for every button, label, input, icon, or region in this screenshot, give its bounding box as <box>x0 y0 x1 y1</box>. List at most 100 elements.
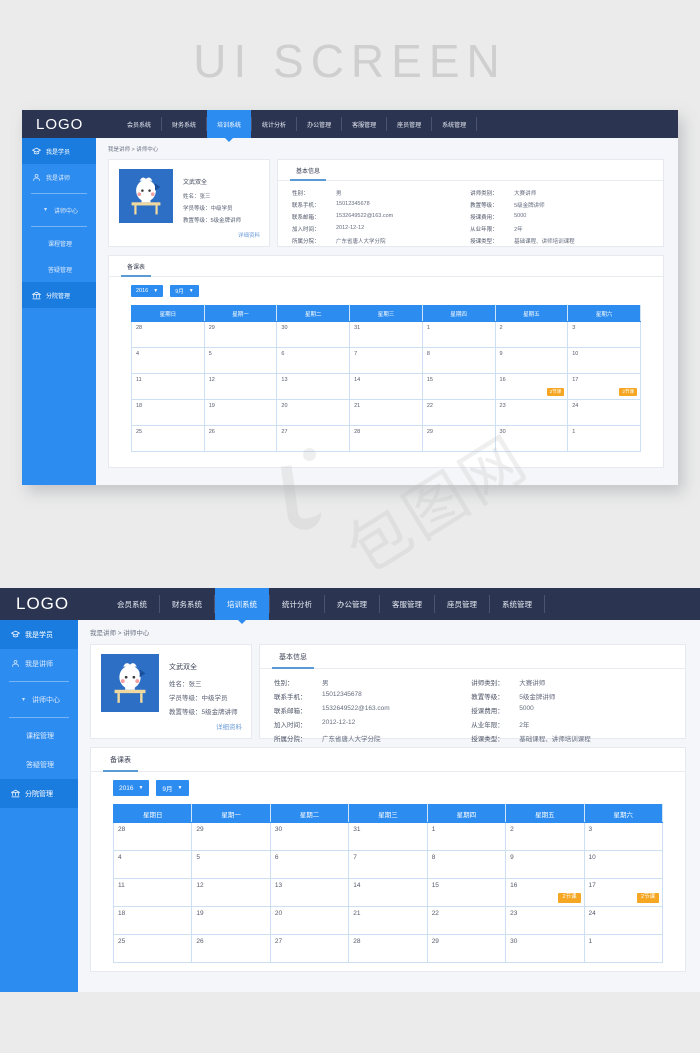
calendar-day-cell[interactable]: 29 <box>203 321 278 348</box>
nav-item-3[interactable]: 统计分析 <box>270 588 324 620</box>
calendar-day-cell[interactable]: 27 <box>269 934 350 963</box>
calendar-day-cell[interactable]: 2 <box>505 822 585 851</box>
calendar-day-cell[interactable]: 31 <box>348 822 428 851</box>
calendar-day-cell[interactable]: 24 <box>567 399 641 426</box>
sidebar-item-3[interactable]: 课程管理 <box>0 721 78 750</box>
calendar-day-cell[interactable]: 20 <box>276 399 351 426</box>
calendar-day-cell[interactable]: 14 <box>349 373 423 400</box>
calendar-day-cell[interactable]: 30 <box>269 822 350 851</box>
calendar-day-cell[interactable]: 24 <box>583 906 664 935</box>
calendar-day-cell[interactable]: 4 <box>112 850 193 879</box>
nav-item-5[interactable]: 客服管理 <box>380 588 434 620</box>
year-select[interactable]: 2016 ▼ <box>113 780 150 796</box>
sidebar-item-1[interactable]: 我是讲师 <box>22 164 96 190</box>
calendar-day-cell[interactable]: 8 <box>426 850 507 879</box>
lesson-count-badge[interactable]: 2节课 <box>619 387 637 396</box>
calendar-day-cell[interactable]: 25 <box>112 934 193 963</box>
sidebar-item-3[interactable]: 课程管理 <box>22 230 96 256</box>
sidebar-item-2[interactable]: ▾ 讲师中心 <box>22 197 96 223</box>
nav-item-2[interactable]: 培训系统 <box>207 110 252 138</box>
calendar-day-cell[interactable]: 10 <box>567 347 641 374</box>
calendar-day-cell[interactable]: 13 <box>276 373 351 400</box>
calendar-day-cell[interactable]: 11 <box>112 878 193 907</box>
logo[interactable]: LOGO <box>22 110 117 138</box>
sidebar-item-4[interactable]: 答疑管理 <box>0 750 78 779</box>
detail-link[interactable]: 详细资料 <box>238 231 260 239</box>
tab-lesson-plan[interactable]: 备课表 <box>121 256 152 277</box>
calendar-day-cell[interactable]: 18 <box>131 399 205 426</box>
calendar-day-cell[interactable]: 25 <box>131 425 205 452</box>
calendar-day-cell[interactable]: 19 <box>191 906 271 935</box>
calendar-day-cell[interactable]: 3 <box>567 321 641 348</box>
calendar-day-cell[interactable]: 10 <box>583 850 664 879</box>
nav-item-6[interactable]: 座员管理 <box>435 588 489 620</box>
calendar-day-cell[interactable]: 30 <box>494 425 569 452</box>
calendar-day-cell[interactable]: 31 <box>349 321 423 348</box>
nav-item-7[interactable]: 系统管理 <box>432 110 476 138</box>
calendar-day-cell[interactable]: 21 <box>349 399 423 426</box>
calendar-day-cell[interactable]: 5 <box>191 850 271 879</box>
nav-item-2[interactable]: 培训系统 <box>215 588 269 620</box>
calendar-day-cell[interactable]: 22 <box>426 906 507 935</box>
calendar-day-cell[interactable]: 15 <box>426 878 507 907</box>
calendar-day-cell[interactable]: 22 <box>421 399 496 426</box>
calendar-day-cell[interactable]: 13 <box>269 878 350 907</box>
nav-item-0[interactable]: 会员系统 <box>105 588 159 620</box>
calendar-day-cell[interactable]: 15 <box>421 373 496 400</box>
lesson-count-badge[interactable]: 2节课 <box>558 892 581 903</box>
sidebar-item-5[interactable]: 分院管理 <box>22 282 96 308</box>
calendar-day-cell[interactable]: 12 <box>203 373 278 400</box>
calendar-day-cell[interactable]: 9 <box>505 850 585 879</box>
calendar-day-cell[interactable]: 7 <box>348 850 428 879</box>
sidebar-item-4[interactable]: 答疑管理 <box>22 256 96 282</box>
calendar-day-cell[interactable]: 1 <box>583 934 664 963</box>
calendar-day-cell[interactable]: 20 <box>269 906 350 935</box>
calendar-day-cell[interactable]: 21 <box>348 906 428 935</box>
calendar-day-cell[interactable]: 9 <box>494 347 569 374</box>
calendar-day-cell[interactable]: 7 <box>349 347 423 374</box>
calendar-day-cell[interactable]: 6 <box>276 347 351 374</box>
year-select[interactable]: 2016 ▼ <box>131 285 164 297</box>
nav-item-5[interactable]: 客服管理 <box>342 110 386 138</box>
sidebar-item-0[interactable]: 我是学员 <box>0 620 78 649</box>
calendar-day-cell[interactable]: 26 <box>191 934 271 963</box>
calendar-day-cell[interactable]: 4 <box>131 347 205 374</box>
nav-item-0[interactable]: 会员系统 <box>117 110 161 138</box>
tab-lesson-plan[interactable]: 备课表 <box>103 748 138 772</box>
calendar-day-cell[interactable]: 28 <box>131 321 205 348</box>
calendar-day-cell[interactable]: 29 <box>426 934 507 963</box>
calendar-day-cell[interactable]: 28 <box>348 934 428 963</box>
sidebar-item-0[interactable]: 我是学员 <box>22 138 96 164</box>
nav-item-7[interactable]: 系统管理 <box>490 588 544 620</box>
nav-item-6[interactable]: 座员管理 <box>387 110 431 138</box>
calendar-day-cell[interactable]: 29 <box>421 425 496 452</box>
calendar-day-cell[interactable]: 17 2节课 <box>583 878 664 907</box>
calendar-day-cell[interactable]: 30 <box>505 934 585 963</box>
calendar-day-cell[interactable]: 27 <box>276 425 351 452</box>
calendar-day-cell[interactable]: 1 <box>421 321 496 348</box>
sidebar-item-5[interactable]: 分院管理 <box>0 779 78 808</box>
tab-basic-info[interactable]: 基本信息 <box>290 160 327 181</box>
calendar-day-cell[interactable]: 1 <box>426 822 507 851</box>
calendar-day-cell[interactable]: 5 <box>203 347 278 374</box>
tab-basic-info[interactable]: 基本信息 <box>272 645 314 669</box>
calendar-day-cell[interactable]: 17 2节课 <box>567 373 641 400</box>
calendar-day-cell[interactable]: 23 <box>494 399 569 426</box>
calendar-day-cell[interactable]: 29 <box>191 822 271 851</box>
calendar-day-cell[interactable]: 23 <box>505 906 585 935</box>
calendar-day-cell[interactable]: 12 <box>191 878 271 907</box>
month-select[interactable]: 9月 ▼ <box>156 780 189 796</box>
calendar-day-cell[interactable]: 14 <box>348 878 428 907</box>
lesson-count-badge[interactable]: 2节课 <box>636 892 659 903</box>
sidebar-item-1[interactable]: 我是讲师 <box>0 649 78 678</box>
calendar-day-cell[interactable]: 11 <box>131 373 205 400</box>
calendar-day-cell[interactable]: 28 <box>349 425 423 452</box>
nav-item-1[interactable]: 财务系统 <box>162 110 206 138</box>
calendar-day-cell[interactable]: 2 <box>494 321 569 348</box>
nav-item-4[interactable]: 办公管理 <box>325 588 379 620</box>
calendar-day-cell[interactable]: 3 <box>583 822 664 851</box>
calendar-day-cell[interactable]: 30 <box>276 321 351 348</box>
logo[interactable]: LOGO <box>0 588 105 620</box>
calendar-day-cell[interactable]: 6 <box>269 850 350 879</box>
calendar-day-cell[interactable]: 26 <box>203 425 278 452</box>
